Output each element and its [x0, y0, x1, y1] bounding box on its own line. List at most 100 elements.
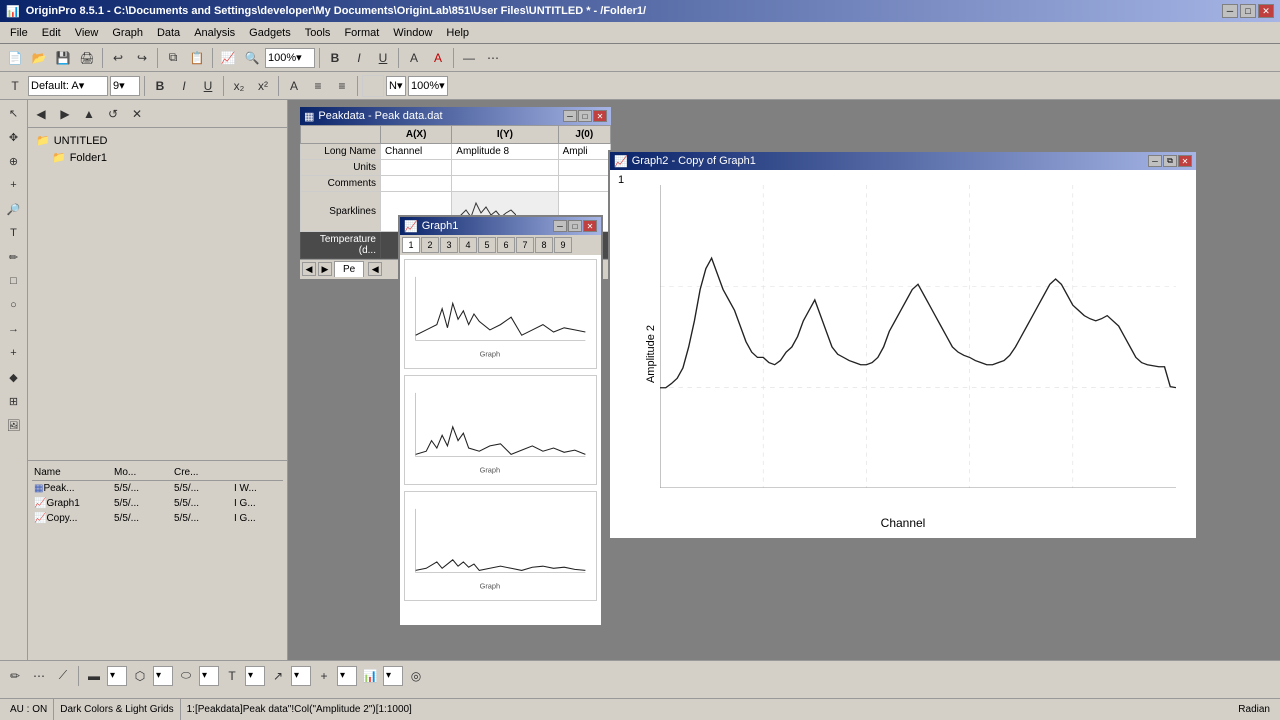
menu-data[interactable]: Data	[151, 25, 186, 41]
zoom-tool[interactable]: ⊕	[3, 150, 25, 172]
draw-arrow-dd[interactable]: ▾	[291, 666, 311, 686]
underline-icon[interactable]: U	[372, 47, 394, 69]
draw-extra-icon[interactable]: ◎	[405, 665, 427, 687]
graph1-tab-4[interactable]: 4	[459, 237, 477, 253]
graph1-tab-5[interactable]: 5	[478, 237, 496, 253]
cell-comments-a[interactable]	[381, 176, 452, 192]
menu-file[interactable]: File	[4, 25, 34, 41]
draw-arrow-icon[interactable]: ↗	[267, 665, 289, 687]
object-tool[interactable]: ⊞	[3, 390, 25, 412]
cell-longname-j[interactable]: Ampli	[558, 144, 610, 160]
cell-longname-a[interactable]: Channel	[381, 144, 452, 160]
peakdata-maximize-btn[interactable]: □	[578, 110, 592, 122]
bold-icon[interactable]: B	[324, 47, 346, 69]
draw-dotline-icon[interactable]: ⋯	[28, 665, 50, 687]
bold-format-icon[interactable]: B	[149, 75, 171, 97]
close-button[interactable]: ✕	[1258, 4, 1274, 18]
graph1-tab-9[interactable]: 9	[554, 237, 572, 253]
open-icon[interactable]: 📂	[28, 47, 50, 69]
undo-icon[interactable]: ↩	[107, 47, 129, 69]
italic-icon[interactable]: I	[348, 47, 370, 69]
new-graph-icon[interactable]: 📈	[217, 47, 239, 69]
draw-line-icon[interactable]: ⟋	[52, 665, 74, 687]
save-icon[interactable]: 💾	[52, 47, 74, 69]
cell-comments-j[interactable]	[558, 176, 610, 192]
menu-window[interactable]: Window	[387, 25, 438, 41]
tab-right-btn[interactable]: ◀	[368, 262, 382, 276]
draw-ellipse-dd[interactable]: ▾	[199, 666, 219, 686]
line-style-icon[interactable]: ⋯	[482, 47, 504, 69]
maximize-button[interactable]: □	[1240, 4, 1256, 18]
peakdata-close-btn[interactable]: ✕	[593, 110, 607, 122]
draw-text-dd[interactable]: ▾	[245, 666, 265, 686]
menu-edit[interactable]: Edit	[36, 25, 67, 41]
font-type-icon[interactable]: T	[4, 75, 26, 97]
tab-next-btn[interactable]: ▶	[318, 262, 332, 276]
ellipse-tool[interactable]: ○	[3, 294, 25, 316]
menu-tools[interactable]: Tools	[299, 25, 337, 41]
sidebar-up-icon[interactable]: ▲	[78, 103, 100, 125]
annotation-tool[interactable]: T	[3, 222, 25, 244]
graph1-minimize-btn[interactable]: ─	[553, 220, 567, 232]
cell-units-j[interactable]	[558, 160, 610, 176]
subscript-icon[interactable]: x₂	[228, 75, 250, 97]
cell-units-i[interactable]	[452, 160, 558, 176]
sidebar-forward-icon[interactable]: ▶	[54, 103, 76, 125]
ws-row-peakdata[interactable]: ▦ Peak... 5/5/... 5/5/... I W...	[32, 481, 283, 496]
redo-icon[interactable]: ↪	[131, 47, 153, 69]
new-file-icon[interactable]: 📄	[4, 47, 26, 69]
fill-dropdown[interactable]: N▾	[386, 76, 406, 96]
fill-color-icon[interactable]	[362, 75, 384, 97]
tab-pe[interactable]: Pe	[334, 261, 364, 277]
print-icon[interactable]: 🖨	[76, 47, 98, 69]
graph2-restore-btn[interactable]: ⧉	[1163, 155, 1177, 167]
graph2-minimize-btn[interactable]: ─	[1148, 155, 1162, 167]
pan-tool[interactable]: ✥	[3, 126, 25, 148]
tab-prev-btn[interactable]: ◀	[302, 262, 316, 276]
sidebar-refresh-icon[interactable]: ↺	[102, 103, 124, 125]
draw-rect-icon[interactable]: ▬	[83, 665, 105, 687]
cell-units-a[interactable]	[381, 160, 452, 176]
ws-row-copy[interactable]: 📈 Copy... 5/5/... 5/5/... I G...	[32, 511, 283, 526]
cell-comments-i[interactable]	[452, 176, 558, 192]
menu-graph[interactable]: Graph	[106, 25, 149, 41]
draw-text-icon[interactable]: T	[221, 665, 243, 687]
graph1-tab-6[interactable]: 6	[497, 237, 515, 253]
ws-row-graph1[interactable]: 📈 Graph1 5/5/... 5/5/... I G...	[32, 496, 283, 511]
graph1-tab-8[interactable]: 8	[535, 237, 553, 253]
screen-reader-tool[interactable]: 🔎	[3, 198, 25, 220]
menu-analysis[interactable]: Analysis	[188, 25, 241, 41]
marker-tool[interactable]: ◆	[3, 366, 25, 388]
draw-graph-icon[interactable]: 📊	[359, 665, 381, 687]
tree-item-untitled[interactable]: 📁 UNTITLED	[32, 132, 283, 149]
cell-longname-i[interactable]: Amplitude 8	[452, 144, 558, 160]
zoom-chevron[interactable]: ▾	[296, 51, 302, 64]
draw-tool[interactable]: ✏	[3, 246, 25, 268]
line-width-icon[interactable]: —	[458, 47, 480, 69]
draw-graph-dd[interactable]: ▾	[383, 666, 403, 686]
font-size-icon[interactable]: A	[403, 47, 425, 69]
graph1-tab-7[interactable]: 7	[516, 237, 534, 253]
graph1-close-btn[interactable]: ✕	[583, 220, 597, 232]
sidebar-back-icon[interactable]: ◀	[30, 103, 52, 125]
draw-pencil-icon[interactable]: ✏	[4, 665, 26, 687]
tree-item-folder1[interactable]: 📁 Folder1	[32, 149, 283, 166]
fill-pct-dropdown[interactable]: 100%▾	[408, 76, 448, 96]
align-left-icon[interactable]: ≡	[307, 75, 329, 97]
graph1-tab-2[interactable]: 2	[421, 237, 439, 253]
text-color-label-icon[interactable]: A	[283, 75, 305, 97]
zoom-in-icon[interactable]: 🔍	[241, 47, 263, 69]
menu-gadgets[interactable]: Gadgets	[243, 25, 297, 41]
graph1-tab-3[interactable]: 3	[440, 237, 458, 253]
insert-tool[interactable]: +	[3, 342, 25, 364]
menu-view[interactable]: View	[69, 25, 105, 41]
align-center-icon[interactable]: ≡	[331, 75, 353, 97]
color-icon[interactable]: A	[427, 47, 449, 69]
rectangle-tool[interactable]: □	[3, 270, 25, 292]
font-dropdown[interactable]: Default: A▾	[28, 76, 108, 96]
graph2-close-btn[interactable]: ✕	[1178, 155, 1192, 167]
underline-format-icon[interactable]: U	[197, 75, 219, 97]
sidebar-close-icon[interactable]: ✕	[126, 103, 148, 125]
graph1-tab-1[interactable]: 1	[402, 237, 420, 253]
draw-ellipse-icon[interactable]: ⬭	[175, 665, 197, 687]
